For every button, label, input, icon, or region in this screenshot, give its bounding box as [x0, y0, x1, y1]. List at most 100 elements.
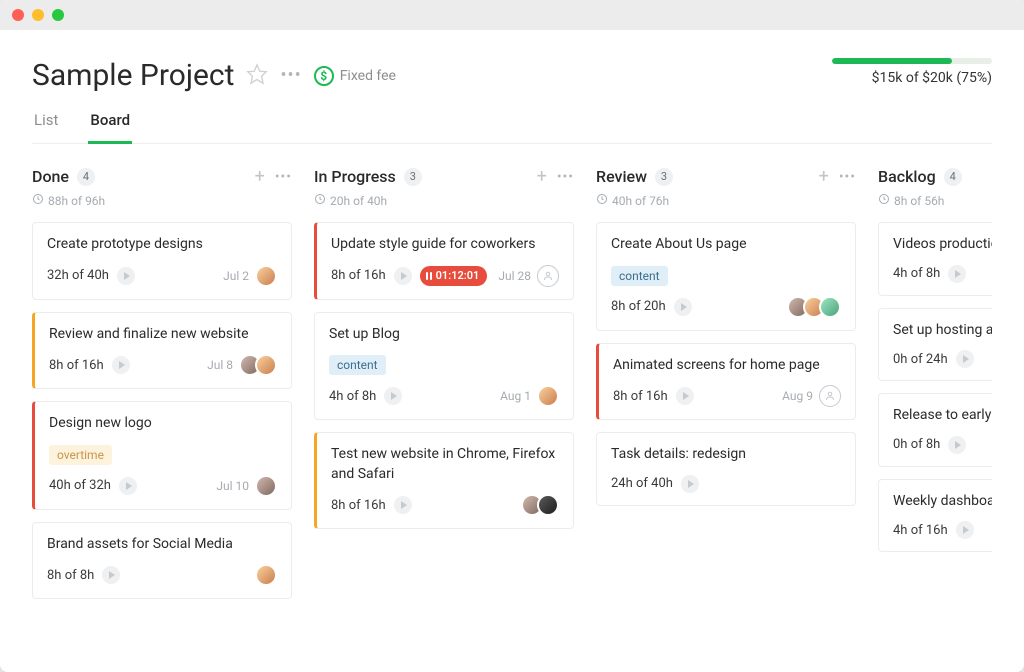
timer-pill[interactable]: 01:12:01	[420, 266, 488, 286]
tag-content: content	[329, 355, 386, 375]
card-hours: 8h of 20h	[611, 299, 666, 314]
avatar[interactable]	[537, 385, 559, 407]
card-date: Jul 8	[207, 358, 233, 372]
play-icon[interactable]	[681, 475, 699, 493]
view-tabs: List Board	[32, 111, 992, 144]
card-title: Animated screens for home page	[613, 356, 841, 376]
play-icon[interactable]	[117, 267, 135, 285]
avatar[interactable]	[819, 296, 841, 318]
task-card[interactable]: Review and finalize new website 8h of 16…	[32, 312, 292, 390]
clock-icon	[596, 193, 608, 208]
play-icon[interactable]	[948, 265, 966, 283]
unassigned-icon[interactable]	[819, 385, 841, 407]
avatar[interactable]	[537, 494, 559, 516]
card-right-meta: Jul 28	[498, 265, 559, 287]
card-left-meta: 0h of 24h	[893, 350, 974, 368]
tab-board[interactable]: Board	[88, 111, 132, 144]
column-meta: 20h of 40h	[314, 193, 574, 208]
card-left-meta: 4h of 16h	[893, 521, 974, 539]
card-left-meta: 40h of 32h	[49, 477, 137, 495]
close-window-button[interactable]	[12, 9, 24, 21]
column-actions: + •••	[255, 166, 292, 187]
minimize-window-button[interactable]	[32, 9, 44, 21]
task-card[interactable]: Update style guide for coworkers 8h of 1…	[314, 222, 574, 300]
task-card[interactable]: Set up hosting account 0h of 24h	[878, 308, 992, 382]
task-card[interactable]: Task details: redesign 24h of 40h	[596, 432, 856, 506]
maximize-window-button[interactable]	[52, 9, 64, 21]
card-title: Create About Us page	[611, 235, 841, 255]
card-left-meta: 4h of 8h	[329, 387, 402, 405]
card-hours: 8h of 16h	[49, 358, 104, 373]
play-icon[interactable]	[112, 356, 130, 374]
clock-icon	[32, 193, 44, 208]
avatar[interactable]	[255, 564, 277, 586]
play-icon[interactable]	[948, 436, 966, 454]
card-hours: 8h of 16h	[331, 498, 386, 513]
avatar[interactable]	[255, 475, 277, 497]
task-card[interactable]: Animated screens for home page 8h of 16h…	[596, 343, 856, 421]
play-icon[interactable]	[394, 267, 412, 285]
card-date: Jul 2	[223, 269, 249, 283]
budget-fill	[832, 58, 952, 64]
avatar[interactable]	[255, 265, 277, 287]
play-icon[interactable]	[676, 387, 694, 405]
card-left-meta: 8h of 20h	[611, 298, 692, 316]
task-card[interactable]: Test new website in Chrome, Firefox and …	[314, 432, 574, 529]
title-cluster: Sample Project ••• $ Fixed fee	[32, 58, 396, 93]
column-meta: 88h of 96h	[32, 193, 292, 208]
card-title: Set up Blog	[329, 325, 559, 345]
column-backlog: Backlog 4 + ••• 8h of 56h Videos product…	[878, 166, 992, 652]
column-more-icon[interactable]: •••	[275, 169, 292, 185]
play-icon[interactable]	[394, 496, 412, 514]
card-right-meta	[521, 494, 559, 516]
fee-text: Fixed fee	[340, 68, 396, 84]
column-more-icon[interactable]: •••	[557, 169, 574, 185]
column-meta: 8h of 56h	[878, 193, 992, 208]
card-hours: 24h of 40h	[611, 476, 673, 491]
card-title: Test new website in Chrome, Firefox and …	[331, 445, 559, 484]
play-icon[interactable]	[956, 350, 974, 368]
card-hours: 0h of 24h	[893, 352, 948, 367]
card-hours: 4h of 8h	[329, 389, 376, 404]
column-header: In Progress 3 + •••	[314, 166, 574, 187]
play-icon[interactable]	[384, 387, 402, 405]
column-count-badge: 4	[944, 168, 962, 186]
avatar[interactable]	[255, 354, 277, 376]
play-icon[interactable]	[102, 566, 120, 584]
unassigned-icon[interactable]	[537, 265, 559, 287]
window: Sample Project ••• $ Fixed fee $15k of $…	[0, 0, 1024, 672]
card-title: Brand assets for Social Media	[47, 535, 277, 555]
task-card[interactable]: Design new logo overtime 40h of 32h Jul …	[32, 401, 292, 510]
task-card[interactable]: Create About Us page content 8h of 20h	[596, 222, 856, 331]
task-card[interactable]: Weekly dashboard 4h of 16h	[878, 479, 992, 553]
play-icon[interactable]	[956, 521, 974, 539]
play-icon[interactable]	[674, 298, 692, 316]
column-more-icon[interactable]: •••	[839, 169, 856, 185]
clock-icon	[314, 193, 326, 208]
task-card[interactable]: Create prototype designs 32h of 40h Jul …	[32, 222, 292, 300]
pause-icon	[426, 272, 432, 280]
project-more-icon[interactable]: •••	[280, 65, 301, 86]
add-card-icon[interactable]: +	[255, 166, 265, 187]
card-date: Jul 10	[216, 479, 249, 493]
task-card[interactable]: Brand assets for Social Media 8h of 8h	[32, 522, 292, 600]
column-count-badge: 4	[77, 168, 95, 186]
add-card-icon[interactable]: +	[537, 166, 547, 187]
column-count-badge: 3	[404, 168, 422, 186]
tab-list[interactable]: List	[32, 111, 60, 144]
column-in-progress: In Progress 3 + ••• 20h of 40h Update st…	[314, 166, 574, 652]
task-card[interactable]: Set up Blog content 4h of 8h Aug 1	[314, 312, 574, 421]
card-left-meta: 4h of 8h	[893, 265, 966, 283]
play-icon[interactable]	[119, 477, 137, 495]
card-hours: 32h of 40h	[47, 268, 109, 283]
budget-bar	[832, 58, 992, 64]
card-left-meta: 32h of 40h	[47, 267, 135, 285]
card-meta-row: 32h of 40h Jul 2	[47, 265, 277, 287]
card-meta-row: 0h of 8h	[893, 436, 992, 454]
add-card-icon[interactable]: +	[819, 166, 829, 187]
task-card[interactable]: Release to early adopters 0h of 8h	[878, 393, 992, 467]
card-meta-row: 8h of 8h	[47, 564, 277, 586]
task-card[interactable]: Videos production 4h of 8h	[878, 222, 992, 296]
card-hours: 8h of 16h	[613, 389, 668, 404]
star-icon[interactable]	[246, 63, 268, 89]
